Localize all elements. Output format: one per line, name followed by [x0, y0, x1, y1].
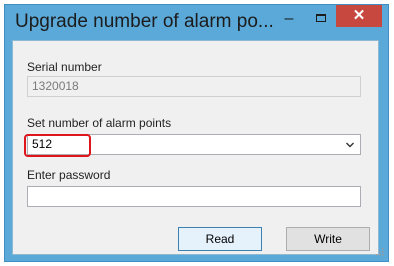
title-bar[interactable]: Upgrade number of alarm po... – ✕ [5, 5, 388, 41]
serial-number-field: 1320018 [27, 76, 361, 97]
resize-grip-icon[interactable] [374, 246, 384, 256]
alarm-points-label: Set number of alarm points [27, 116, 172, 130]
maximize-icon [316, 14, 326, 22]
password-label: Enter password [27, 168, 111, 182]
close-button[interactable]: ✕ [336, 5, 382, 27]
minimize-button[interactable]: – [275, 8, 303, 30]
highlight-marker [24, 134, 91, 157]
write-button[interactable]: Write [286, 227, 370, 251]
maximize-button[interactable] [307, 8, 335, 30]
chevron-down-icon [346, 142, 354, 148]
password-input[interactable] [27, 186, 361, 207]
serial-number-label: Serial number [27, 60, 102, 74]
close-icon: ✕ [352, 7, 366, 24]
read-button[interactable]: Read [178, 227, 262, 251]
minimize-icon: – [284, 10, 294, 27]
window-title: Upgrade number of alarm po... [15, 11, 274, 32]
